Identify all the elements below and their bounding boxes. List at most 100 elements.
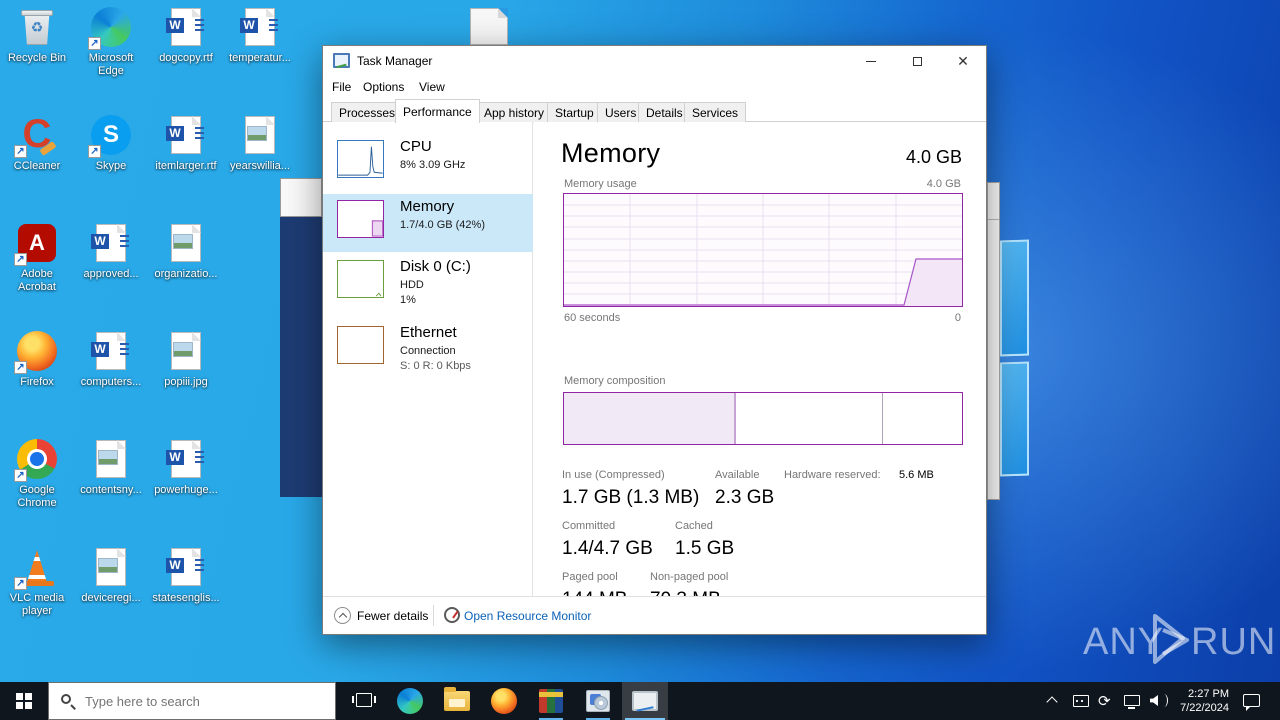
sidebar-item-disk[interactable]: Disk 0 (C:) HDD 1% (323, 254, 533, 320)
desktop-icon-label: Firefox (20, 376, 54, 388)
memory-pane: Memory 4.0 GB Memory usage 4.0 GB 60 sec… (534, 122, 986, 610)
taskbar-search[interactable] (48, 682, 336, 720)
anyrun-watermark: ANY RUN (1083, 610, 1275, 672)
taskbar-app-firefox[interactable] (481, 682, 527, 720)
sidebar-item-cpu[interactable]: CPU 8% 3.09 GHz (323, 134, 533, 192)
desktop-icon-edge[interactable]: ↗ Microsoft Edge (75, 6, 147, 78)
shortcut-arrow-icon: ↗ (14, 253, 27, 266)
search-icon (61, 694, 71, 704)
clock-date: 7/22/2024 (1180, 702, 1229, 714)
edge-icon (397, 688, 423, 714)
memory-composition-bar[interactable] (563, 392, 963, 445)
network-icon[interactable] (1124, 695, 1140, 709)
pane-title: Memory (561, 138, 661, 168)
desktop-icon-chrome[interactable]: ↗ Google Chrome (1, 438, 73, 510)
action-center-icon[interactable] (1243, 694, 1260, 711)
desktop-icon-label: yearswillia... (230, 160, 290, 172)
vlc-icon: ↗ (14, 546, 58, 590)
disk-mini-graph-icon (337, 260, 384, 298)
desktop-icon-yearswillia[interactable]: yearswillia... (224, 114, 296, 173)
tab-startup[interactable]: Startup (547, 102, 602, 123)
menu-view[interactable]: View (419, 80, 445, 94)
desktop-icon-label: Google Chrome (17, 484, 57, 509)
shortcut-arrow-icon: ↗ (88, 37, 101, 50)
tab-processes[interactable]: Processes (331, 102, 404, 123)
hardware-reserved-value: 5.6 MB (899, 469, 934, 481)
sidebar-item-ethernet[interactable]: Ethernet Connection S: 0 R: 0 Kbps (323, 320, 533, 386)
composition-in-use-segment (564, 393, 736, 444)
desktop-icon-statesenglis[interactable]: W statesenglis... (150, 546, 222, 605)
cached-value: 1.5 GB (675, 538, 735, 559)
tab-app-history[interactable]: App history (476, 102, 553, 123)
desktop-icon-approved[interactable]: W approved... (75, 222, 147, 281)
desktop-icon-deviceregi[interactable]: deviceregi... (75, 546, 147, 605)
desktop-icon-skype[interactable]: S ↗ Skype (75, 114, 147, 173)
tab-details[interactable]: Details (638, 102, 691, 123)
composition-label: Memory composition (564, 375, 666, 387)
taskbar: ⟳ 2:27 PM 7/22/2024 (0, 682, 1280, 720)
maximize-icon (912, 56, 922, 66)
taskbar-app-file-explorer[interactable] (434, 682, 480, 720)
background-window-fragment[interactable] (280, 178, 322, 217)
title-bar[interactable]: Task Manager ✕ (323, 46, 986, 76)
document-page-icon[interactable] (470, 8, 508, 45)
desktop-icon-popiii[interactable]: popiii.jpg (150, 330, 222, 389)
menu-file[interactable]: File (332, 80, 351, 94)
background-window-fragment[interactable] (280, 217, 322, 497)
desktop-icon-computers[interactable]: W computers... (75, 330, 147, 389)
taskbar-app-installer[interactable] (575, 682, 621, 720)
desktop-icon-label: organizatio... (154, 268, 218, 280)
desktop-icon-ccleaner[interactable]: C ↗ CCleaner (1, 114, 73, 173)
desktop-icon-label: dogcopy.rtf (159, 52, 213, 64)
committed-label: Committed (562, 520, 616, 532)
in-use-value: 1.7 GB (1.3 MB) (562, 487, 700, 508)
desktop-icon-contentsny[interactable]: contentsny... (75, 438, 147, 497)
fewer-details-button[interactable]: Fewer details (357, 609, 428, 623)
taskbar-app-edge[interactable] (387, 682, 433, 720)
shortcut-arrow-icon: ↗ (14, 145, 27, 158)
desktop-icon-vlc[interactable]: ↗ VLC media player (1, 546, 73, 618)
windows-logo-icon (16, 693, 32, 709)
anyrun-play-logo-icon (1153, 614, 1189, 664)
search-input[interactable] (85, 683, 325, 719)
maximize-button[interactable] (894, 46, 940, 76)
tab-services[interactable]: Services (684, 102, 747, 123)
taskbar-app-task-manager[interactable] (622, 682, 668, 720)
start-button[interactable] (0, 682, 48, 720)
desktop-icon-organizatio[interactable]: organizatio... (150, 222, 222, 281)
taskbar-clock[interactable]: 2:27 PM 7/22/2024 (1173, 687, 1229, 715)
open-resource-monitor-link[interactable]: Open Resource Monitor (464, 609, 591, 623)
fewer-details-icon[interactable] (334, 607, 351, 624)
task-manager-footer: Fewer details Open Resource Monitor (323, 596, 986, 634)
desktop-icon-acrobat[interactable]: A ↗ Adobe Acrobat (1, 222, 73, 294)
tab-strip: Processes Performance App history Startu… (323, 98, 986, 123)
nonpaged-pool-label: Non-paged pool (650, 571, 729, 583)
sidebar-item-memory[interactable]: Memory 1.7/4.0 GB (42%) (323, 194, 533, 252)
shortcut-arrow-icon: ↗ (14, 577, 27, 590)
memory-usage-graph[interactable] (563, 193, 963, 307)
hardware-reserved-label: Hardware reserved: (784, 469, 881, 481)
desktop-icon-itemlarger[interactable]: W itemlarger.rtf (150, 114, 222, 173)
desktop: ♻ Recycle Bin ↗ Microsoft Edge W dogcopy… (0, 0, 1280, 720)
menu-options[interactable]: Options (363, 80, 404, 94)
desktop-icon-firefox[interactable]: ↗ Firefox (1, 330, 73, 389)
speaker-icon[interactable] (1150, 695, 1158, 706)
timeline-left: 60 seconds (564, 312, 621, 324)
available-value: 2.3 GB (715, 487, 775, 508)
task-view-button[interactable] (344, 682, 384, 720)
clock-time: 2:27 PM (1188, 688, 1229, 700)
desktop-icon-temperatur[interactable]: W temperatur... (224, 6, 296, 65)
usage-scale-max: 4.0 GB (926, 178, 961, 190)
watermark-text-run: RUN (1191, 621, 1277, 663)
sync-icon[interactable]: ⟳ (1098, 692, 1111, 710)
desktop-icon-recycle-bin[interactable]: ♻ Recycle Bin (1, 6, 73, 65)
taskbar-app-winrar[interactable] (528, 682, 574, 720)
close-button[interactable]: ✕ (940, 46, 986, 76)
touch-keyboard-icon[interactable] (1073, 695, 1089, 707)
tab-performance[interactable]: Performance (395, 99, 480, 123)
tray-show-hidden-icons[interactable] (1046, 696, 1058, 708)
desktop-icon-dogcopy[interactable]: W dogcopy.rtf (150, 6, 222, 65)
desktop-icon-powerhuge[interactable]: W powerhuge... (150, 438, 222, 497)
background-window-edge[interactable] (987, 182, 1000, 500)
minimize-button[interactable] (848, 46, 894, 76)
